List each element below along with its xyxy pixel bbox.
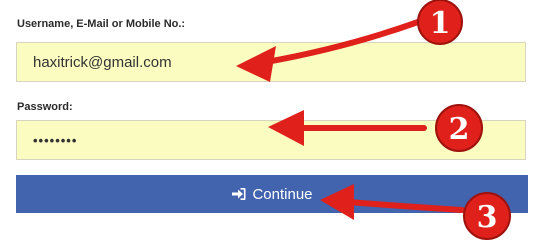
sign-in-icon [232,188,246,200]
password-label: Password: [17,101,73,113]
password-input[interactable]: •••••••• [16,120,526,160]
password-value: •••••••• [33,132,78,148]
username-input[interactable]: haxitrick@gmail.com [16,42,526,82]
continue-label: Continue [252,185,313,203]
username-value: haxitrick@gmail.com [33,53,172,71]
svg-text:1: 1 [430,6,451,41]
continue-button[interactable]: Continue [16,175,528,213]
username-label: Username, E-Mail or Mobile No.: [17,18,186,30]
annotation-badge-1: 1 [417,0,463,45]
